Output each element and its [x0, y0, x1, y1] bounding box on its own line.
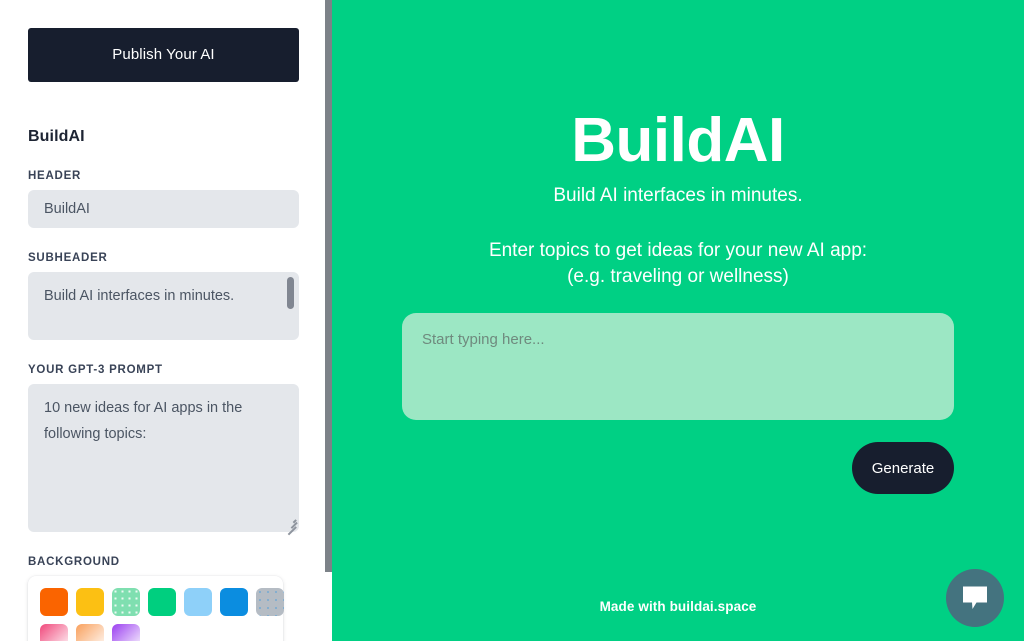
subheader-textarea[interactable] — [28, 272, 299, 340]
background-swatch-green[interactable] — [148, 588, 176, 616]
editor-app-name: BuildAI — [28, 128, 85, 145]
background-swatch-purple-gradient[interactable] — [112, 624, 140, 641]
gpt3-prompt-wrapper — [28, 384, 299, 535]
background-swatch-light-blue[interactable] — [184, 588, 212, 616]
preview-title: BuildAI — [571, 106, 785, 175]
generate-button[interactable]: Generate — [852, 442, 954, 495]
preview-form: Generate — [402, 289, 954, 495]
editor-sidebar-scroll-thumb[interactable] — [325, 0, 332, 572]
generate-button-row: Generate — [402, 442, 954, 495]
background-field-group: BACKGROUND — [28, 556, 298, 641]
chat-widget-button[interactable] — [946, 569, 1004, 627]
background-swatch-pink-gradient[interactable] — [40, 624, 68, 641]
header-input[interactable] — [28, 190, 299, 228]
header-field-label: HEADER — [28, 170, 82, 182]
preview-prompt-text: Enter topics to get ideas for your new A… — [332, 238, 1024, 289]
buildai-editor-app: Publish Your AI BuildAI HEADER SUBHEADER — [0, 0, 1024, 641]
preview-subtitle: Build AI interfaces in minutes. — [553, 185, 803, 207]
preview-prompt-line-2: (e.g. traveling or wellness) — [567, 265, 789, 287]
editor-sidebar-scrollbar[interactable] — [325, 0, 332, 641]
background-field-label: BACKGROUND — [28, 556, 120, 568]
preview-topics-input[interactable] — [402, 313, 954, 421]
background-swatch-mint-dotted[interactable] — [112, 588, 140, 616]
subheader-field-label: SUBHEADER — [28, 252, 108, 264]
gpt3-prompt-field-label: YOUR GPT-3 PROMPT — [28, 364, 163, 376]
background-swatch-amber[interactable] — [76, 588, 104, 616]
background-swatch-row-1 — [40, 588, 284, 616]
subheader-field-group: SUBHEADER — [28, 252, 299, 340]
header-field-group: HEADER — [28, 170, 299, 228]
background-swatch-orange[interactable] — [40, 588, 68, 616]
background-swatch-row-2 — [40, 624, 283, 641]
background-swatch-card — [28, 576, 284, 641]
background-swatch-blue[interactable] — [220, 588, 248, 616]
gpt3-prompt-field-group: YOUR GPT-3 PROMPT — [28, 364, 299, 535]
subheader-input-wrapper — [28, 272, 299, 340]
preview-prompt-line-1: Enter topics to get ideas for your new A… — [488, 240, 868, 262]
preview-hero: BuildAI Build AI interfaces in minutes. … — [332, 0, 1024, 289]
background-swatch-peach-gradient[interactable] — [76, 624, 104, 641]
editor-sidebar-content: Publish Your AI BuildAI HEADER SUBHEADER — [0, 0, 326, 641]
editor-sidebar: Publish Your AI BuildAI HEADER SUBHEADER — [0, 0, 332, 641]
publish-your-ai-button[interactable]: Publish Your AI — [28, 28, 299, 82]
made-with-buildai-credit: Made with buildai.space — [599, 599, 757, 614]
app-preview-panel: BuildAI Build AI interfaces in minutes. … — [332, 0, 1024, 641]
background-swatch-gray-dotted[interactable] — [256, 588, 284, 616]
gpt3-prompt-textarea[interactable] — [28, 384, 299, 532]
chat-bubble-icon — [963, 586, 987, 609]
